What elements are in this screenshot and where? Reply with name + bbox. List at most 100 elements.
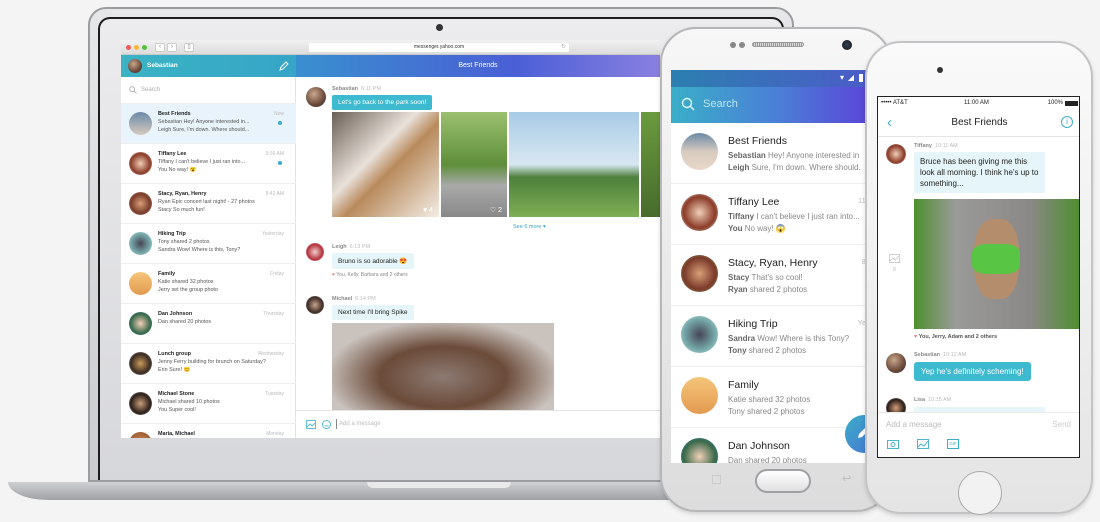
conversation-item[interactable]: Maria, Michael Monday [121, 424, 296, 438]
conversation-preview: Sebastian Hey! Anyone interested in... [728, 151, 860, 160]
conversation-item[interactable]: Family Katie shared 32 photos Jerry set … [121, 264, 296, 304]
conversation-item[interactable]: Dan Johnson Dan shared 20 photos [671, 428, 866, 463]
iphone-home-button[interactable] [958, 471, 1002, 515]
conversation-time: Thursday [263, 311, 284, 317]
message-input[interactable]: Add a message [339, 421, 381, 427]
sender-avatar [886, 144, 906, 164]
reactions[interactable]: ♥ You, Jerry, Adam and 2 others [914, 334, 997, 340]
conversation-avatar [681, 255, 718, 292]
search-placeholder: Search [141, 87, 161, 93]
message-meta: Leigh 6:13 PM [332, 244, 371, 250]
reactions[interactable]: ♥ You, Kelly, Barbara and 2 others [332, 272, 408, 278]
conversation-name: Dan Johnson [158, 311, 193, 317]
emoji-icon[interactable] [322, 420, 331, 429]
image-icon[interactable] [917, 439, 929, 449]
photo-count: 8 [893, 267, 896, 273]
android-status-bar: ▾ ◢ [671, 70, 866, 87]
sender-avatar [886, 353, 906, 373]
conversation-item[interactable]: Stacy, Ryan, Henry Stacy That's so cool!… [671, 245, 866, 306]
laptop-screen: ‹ › ▯ messenger.yahoo.com ↻ Sebastian Be… [121, 40, 660, 438]
image-icon[interactable] [306, 420, 316, 429]
conversation-avatar [129, 232, 152, 255]
recent-apps-icon[interactable] [712, 475, 721, 484]
battery-icon [1065, 101, 1078, 106]
iphone-nav-bar: ‹ Best Friends i [878, 111, 1079, 137]
conversation-avatar [129, 152, 152, 175]
conversation-item[interactable]: Dan Johnson Dan shared 20 photos Thursda… [121, 304, 296, 344]
back-icon[interactable]: ↩ [842, 472, 851, 485]
conversation-time: Friday [270, 271, 284, 277]
sidebar-header: Sebastian [121, 55, 296, 77]
conversation-name: Hiking Trip [158, 231, 186, 237]
conversation-preview: Ryan Epic concert last night! - 27 photo… [158, 199, 255, 205]
browser-toolbar: ‹ › ▯ messenger.yahoo.com ↻ [121, 40, 660, 55]
conversation-avatar [681, 194, 718, 231]
photo-park-path[interactable]: ♡ 2 [441, 112, 507, 217]
search-input[interactable]: Search [121, 77, 296, 104]
conversation-item[interactable]: Best Friends Sebastian Hey! Anyone inter… [121, 104, 296, 144]
conversation-name: Best Friends [728, 135, 787, 147]
message-bubble: Next time I'll bring Spike [332, 305, 414, 320]
maximize-window-button[interactable] [142, 45, 147, 50]
photo-partial[interactable] [641, 112, 660, 217]
conversation-item[interactable]: Lunch group Jenny Ferry building for bru… [121, 344, 296, 384]
minimize-window-button[interactable] [134, 45, 139, 50]
photo-french-bulldog[interactable] [914, 199, 1079, 329]
conversation-preview: Tony shared 2 photos [158, 239, 210, 245]
conversation-name: Family [728, 379, 759, 391]
android-screen: ▾ ◢ Search Best Friends Sebastian Hey! A… [671, 70, 866, 463]
photo-gallery-icon[interactable] [889, 254, 900, 263]
compose-icon[interactable] [279, 61, 289, 71]
conversation-sidebar: Search Best Friends Sebastian Hey! Anyon… [121, 77, 296, 438]
laptop-base [8, 482, 708, 500]
back-button[interactable]: ‹ [155, 43, 165, 52]
conversation-item[interactable]: Family Katie shared 32 photos Tony share… [671, 367, 866, 428]
user-avatar[interactable] [128, 59, 142, 73]
sender-avatar [306, 243, 324, 261]
conversation-item[interactable]: Stacy, Ryan, Henry Ryan Epic concert las… [121, 184, 296, 224]
conversation-preview: Sandra Wow! Where is this, Tony? [158, 247, 241, 253]
conversation-preview: Dan shared 20 photos [158, 319, 212, 325]
photo-likes: ♡ 2 [489, 207, 502, 214]
gif-button[interactable]: GIF [947, 439, 959, 449]
conversation-preview: Tony shared 2 photos [728, 407, 805, 416]
camera-icon[interactable] [887, 439, 899, 449]
conversation-preview: You Super cool! [158, 407, 196, 413]
photo-dog-spike[interactable] [332, 323, 554, 410]
message-input[interactable]: Add a message [886, 420, 942, 429]
conversation-item[interactable]: Michael Stone Michael shared 10 photos Y… [121, 384, 296, 424]
unread-indicator [278, 161, 282, 165]
conversation-preview: Michael shared 10 photos [158, 399, 220, 405]
conversation-name: Stacy, Ryan, Henry [158, 191, 207, 197]
conversation-avatar [129, 112, 152, 135]
forward-button[interactable]: › [167, 43, 177, 52]
message-bubble: Bruce has been giving me this look all m… [914, 152, 1045, 193]
carrier: ••••• AT&T [881, 100, 908, 106]
laptop-notch [367, 482, 511, 488]
android-search-bar[interactable]: Search [671, 87, 866, 123]
iphone-camera [937, 67, 943, 73]
conversation-item[interactable]: Tiffany Lee Tiffany I can't believe I ju… [671, 184, 866, 245]
conversation-item[interactable]: Tiffany Lee Tiffany I can't believe I ju… [121, 144, 296, 184]
info-icon[interactable]: i [1061, 116, 1073, 128]
android-home-button[interactable] [755, 469, 811, 493]
photo-likes: ♥ 4 [422, 207, 433, 214]
send-button[interactable]: Send [1052, 420, 1071, 429]
chat-header: Best Friends [296, 55, 660, 77]
iphone-composer: Add a message Send GIF [878, 412, 1079, 457]
photo-city-park[interactable] [509, 112, 639, 217]
conversation-item[interactable]: Hiking Trip Tony shared 2 photos Sandra … [121, 224, 296, 264]
unread-indicator [278, 121, 282, 125]
conversation-item[interactable]: Hiking Trip Sandra Wow! Where is this To… [671, 306, 866, 367]
conversation-avatar [681, 438, 718, 463]
see-more-link[interactable]: See 6 more ▾ [513, 224, 546, 230]
photo-bulldog[interactable]: ♥ 4 [332, 112, 439, 217]
address-bar[interactable]: messenger.yahoo.com [309, 43, 569, 52]
reload-icon[interactable]: ↻ [561, 43, 566, 50]
close-window-button[interactable] [126, 45, 131, 50]
sidebar-toggle-icon[interactable]: ▯ [184, 43, 194, 52]
iphone-status-bar: ••••• AT&T 11:00 AM 100% [878, 97, 1079, 111]
conversation-name: Stacy, Ryan, Henry [728, 257, 818, 269]
message-meta: Lisa 10:15 AM [914, 397, 952, 403]
conversation-item[interactable]: Best Friends Sebastian Hey! Anyone inter… [671, 123, 866, 184]
